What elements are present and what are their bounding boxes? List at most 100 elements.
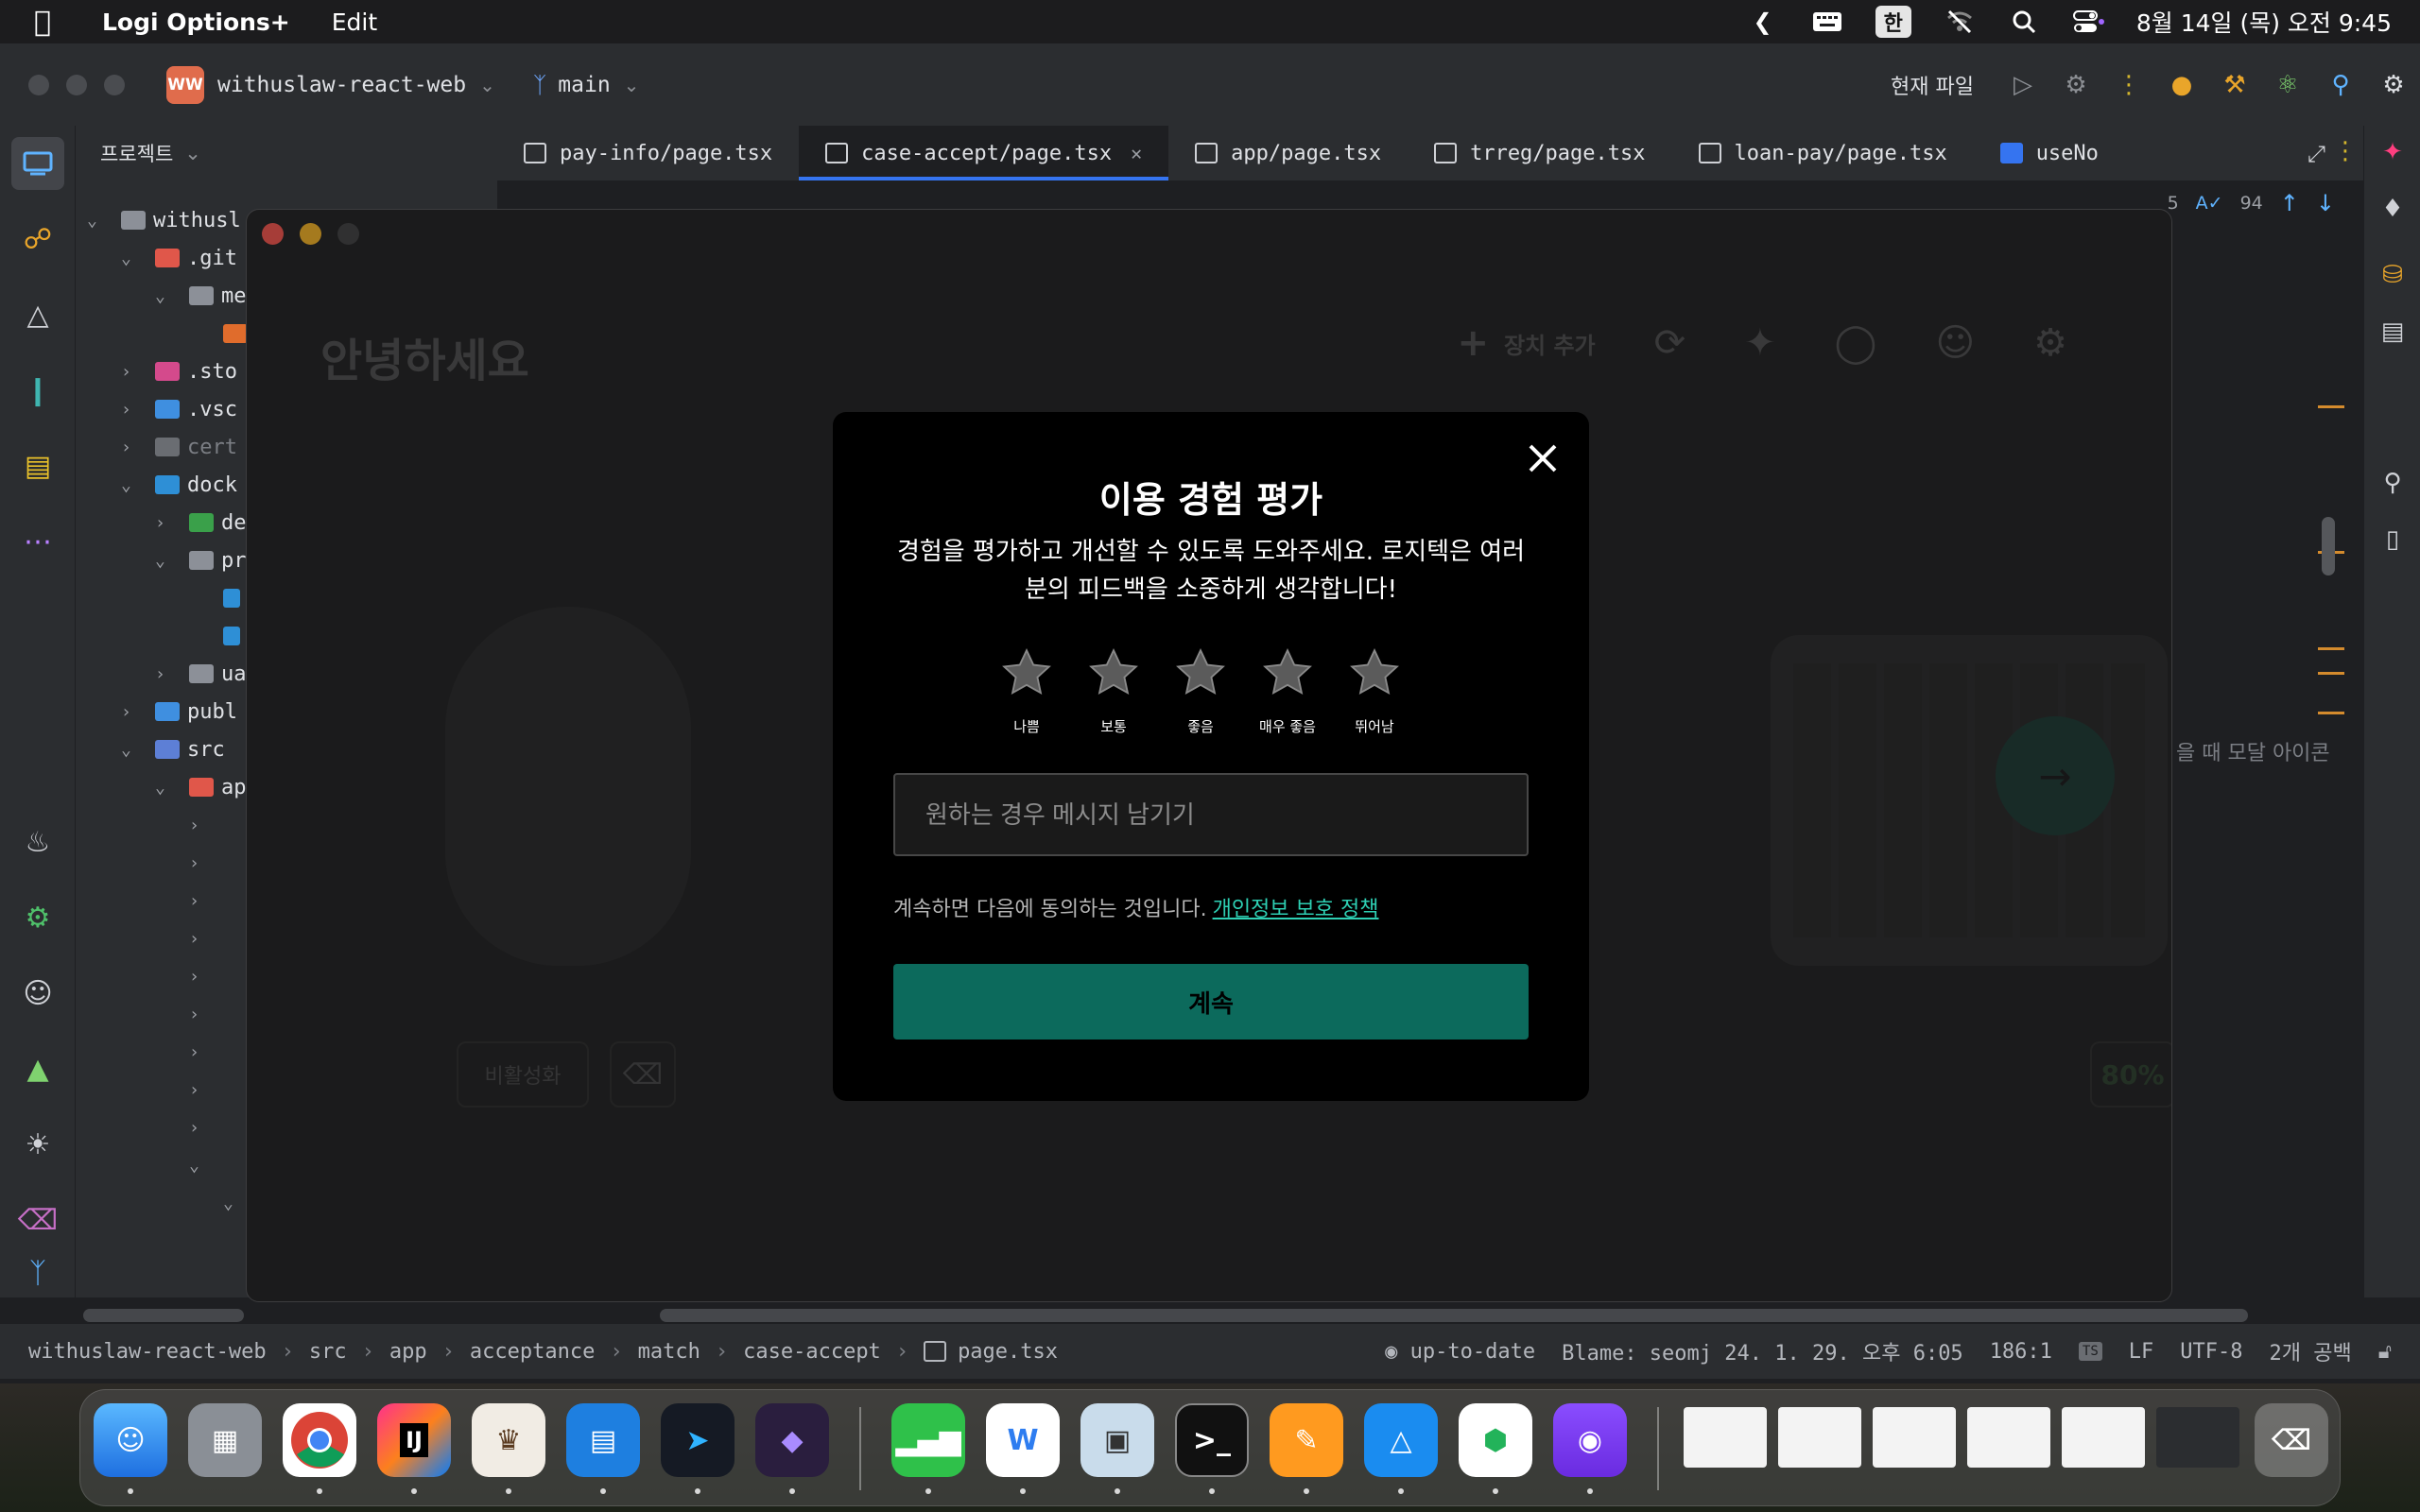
rating-star-4[interactable]: 매우 좋음: [1259, 646, 1316, 736]
tree-item[interactable]: › de: [155, 504, 247, 541]
tree-item[interactable]: ›: [189, 957, 212, 995]
tools-icon[interactable]: ⚒: [2208, 71, 2261, 99]
github-copilot-icon[interactable]: ☺: [11, 967, 64, 1020]
chevron-down-icon[interactable]: ⌄: [184, 142, 201, 164]
ide-close-button[interactable]: [28, 75, 49, 95]
clipboard-icon[interactable]: ▯: [2372, 519, 2413, 560]
dock-finder-icon[interactable]: ☺: [94, 1403, 167, 1477]
tree-item[interactable]: ›: [189, 919, 212, 957]
chevron-down-icon[interactable]: ⌄: [624, 74, 640, 96]
ai-assistant-icon[interactable]: ✦: [2372, 131, 2413, 173]
rating-star-1[interactable]: 나쁨: [1002, 646, 1051, 736]
tree-item[interactable]: › cert: [121, 428, 237, 466]
cursor-position[interactable]: 186:1: [1990, 1340, 2052, 1364]
more-tools-icon[interactable]: ⋯: [11, 515, 64, 568]
dock-obsidian-icon[interactable]: ◆: [755, 1403, 829, 1477]
minimized-window-thumbnail[interactable]: [1873, 1407, 1956, 1468]
search-icon[interactable]: ⚲: [2314, 71, 2367, 99]
android-icon[interactable]: ▲: [11, 1042, 64, 1095]
project-panel-header[interactable]: 프로젝트 ⌄: [76, 126, 497, 180]
inspection-widget[interactable]: 5 A✓ 94 ↑ ↓: [2168, 180, 2363, 226]
tree-item[interactable]: ›: [189, 995, 212, 1033]
tree-item[interactable]: ⌄ dock: [121, 466, 237, 504]
code-with-me-icon[interactable]: ●: [2155, 71, 2208, 99]
structure-icon[interactable]: △: [11, 288, 64, 341]
git-icon[interactable]: ᛉ: [11, 1246, 64, 1299]
rating-star-3[interactable]: 좋음: [1176, 646, 1225, 736]
typescript-service-icon[interactable]: TS: [2078, 1342, 2102, 1361]
dock-trash-icon[interactable]: ⌫: [2255, 1403, 2328, 1477]
dock-cursor-icon[interactable]: ➤: [661, 1403, 735, 1477]
close-tab-icon[interactable]: ✕: [1131, 142, 1142, 164]
project-selector[interactable]: withuslaw-react-web: [217, 73, 466, 97]
tree-item[interactable]: ⌄ pr: [155, 541, 247, 579]
tab-use-no[interactable]: useNo: [1974, 126, 2125, 180]
tree-item[interactable]: ›: [189, 1108, 212, 1146]
breadcrumb-item[interactable]: page.tsx: [958, 1340, 1058, 1364]
breadcrumb-item[interactable]: acceptance: [470, 1340, 595, 1364]
error-stripe-mark[interactable]: [2318, 647, 2344, 650]
tree-item[interactable]: ›: [189, 882, 212, 919]
rating-star-5[interactable]: 뛰어남: [1350, 646, 1399, 736]
debug-icon[interactable]: ⚙: [2049, 71, 2102, 99]
input-source-indicator[interactable]: 한: [1875, 6, 1911, 38]
tab-app-page[interactable]: app/page.tsx: [1168, 126, 1408, 180]
database-icon[interactable]: ⛁: [2372, 254, 2413, 296]
tree-item[interactable]: ⌄ me: [155, 277, 247, 315]
more-vertical-icon[interactable]: ⋮: [2102, 71, 2155, 99]
tree-item[interactable]: ›: [189, 844, 212, 882]
run-icon[interactable]: ▷: [1996, 71, 2049, 99]
error-stripe-mark[interactable]: [2318, 712, 2344, 714]
dock-intellij-icon[interactable]: IJ: [377, 1403, 451, 1477]
tree-item[interactable]: ⌄ src: [121, 730, 225, 768]
ide-zoom-button[interactable]: [104, 75, 125, 95]
services-gear-icon[interactable]: ⚙: [11, 891, 64, 944]
app-menu[interactable]: Logi Options+: [102, 9, 290, 36]
error-stripe-mark[interactable]: [2318, 672, 2344, 675]
dock-keynote-icon[interactable]: △: [1364, 1403, 1438, 1477]
blame-info[interactable]: Blame: seomj 24. 1. 29. 오후 6:05: [1562, 1336, 1963, 1366]
vcs-status[interactable]: ◉ up-to-date: [1385, 1340, 1535, 1364]
previous-highlight-icon[interactable]: ↑: [2280, 190, 2299, 216]
terminal-icon[interactable]: ⌫: [11, 1194, 64, 1246]
tab-case-accept[interactable]: case-accept/page.tsx ✕: [799, 126, 1169, 180]
vertical-scrollbar[interactable]: [2322, 517, 2335, 576]
dock-launchpad-icon[interactable]: ▦: [188, 1403, 262, 1477]
line-ending[interactable]: LF: [2129, 1340, 2154, 1364]
wifi-off-icon[interactable]: [1944, 8, 1976, 36]
breadcrumb-item[interactable]: src: [309, 1340, 347, 1364]
minimized-window-thumbnail[interactable]: [1684, 1407, 1767, 1468]
keyboard-icon[interactable]: [1811, 8, 1843, 36]
dock-numbers-icon[interactable]: ▂▄▆: [891, 1403, 965, 1477]
project-tool-icon[interactable]: [11, 137, 64, 190]
tree-item[interactable]: ⌄ withusl: [87, 201, 241, 239]
continue-button[interactable]: 계속: [893, 964, 1529, 1040]
problems-bulb-icon[interactable]: ☀: [11, 1118, 64, 1171]
control-center-icon[interactable]: [2072, 8, 2104, 36]
dock-preview-icon[interactable]: ▣: [1080, 1403, 1154, 1477]
atom-icon[interactable]: ⚛: [2261, 71, 2314, 99]
tree-item[interactable]: [189, 579, 248, 617]
database-list-icon[interactable]: ▤: [11, 439, 64, 492]
tree-item[interactable]: › publ: [121, 693, 237, 730]
settings-gear-icon[interactable]: ⚙: [2367, 71, 2420, 99]
apple-menu-icon[interactable]: : [34, 6, 79, 39]
dock-pages-icon[interactable]: ✎: [1270, 1403, 1343, 1477]
find-in-file-icon[interactable]: ⚲: [2372, 462, 2413, 504]
breadcrumb-item[interactable]: match: [638, 1340, 700, 1364]
chevron-left-icon[interactable]: ❮: [1747, 8, 1779, 36]
indent-setting[interactable]: 2개 공백: [2270, 1336, 2352, 1366]
tree-item[interactable]: ›: [189, 806, 212, 844]
dock-chrome-icon[interactable]: [283, 1403, 356, 1477]
run-config-selector[interactable]: 현재 파일: [1891, 70, 1974, 100]
dock-logi-options-icon[interactable]: ◉: [1553, 1403, 1627, 1477]
menu-edit[interactable]: Edit: [332, 9, 377, 36]
minimized-window-thumbnail[interactable]: [1967, 1407, 2050, 1468]
tree-item[interactable]: ⌄ .git: [121, 239, 237, 277]
editor-horizontal-scrollbar[interactable]: [660, 1309, 2248, 1322]
lock-icon[interactable]: 🔓︎: [2378, 1340, 2392, 1364]
tree-item[interactable]: [189, 617, 248, 655]
expand-icon[interactable]: ⤢: [2308, 141, 2325, 167]
tree-item[interactable]: ⌄ ap: [155, 768, 247, 806]
incognito-icon[interactable]: ♨: [11, 816, 64, 868]
